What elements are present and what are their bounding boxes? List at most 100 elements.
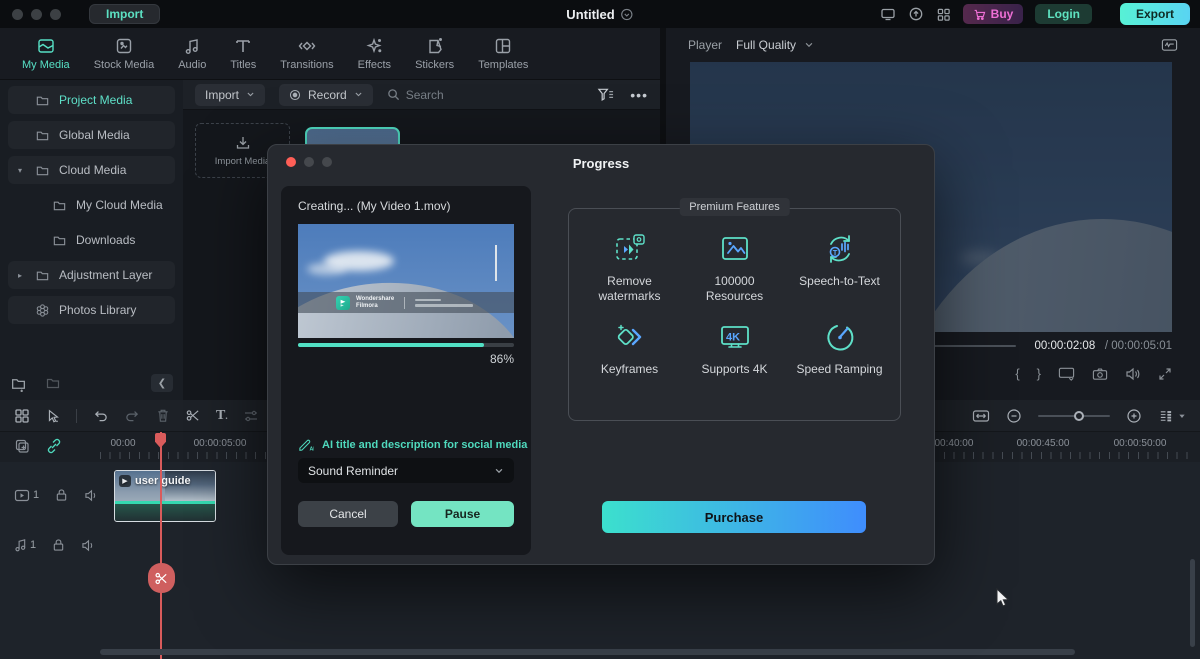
media-import-dropdown[interactable]: Import <box>195 84 265 106</box>
playhead-line[interactable] <box>160 432 162 659</box>
fit-timeline-icon[interactable] <box>972 409 990 423</box>
workspace-grid-icon[interactable] <box>936 7 951 22</box>
cancel-button[interactable]: Cancel <box>298 501 398 527</box>
mark-in-icon[interactable]: { <box>1015 366 1019 381</box>
lock-track-icon[interactable] <box>52 538 65 552</box>
tab-stickers[interactable]: Stickers <box>407 36 462 71</box>
sidebar-item-downloads[interactable]: Downloads <box>8 226 175 254</box>
delete-folder-icon[interactable] <box>45 375 61 391</box>
playhead-split-button[interactable] <box>148 563 175 593</box>
sidebar-item-my-cloud-media[interactable]: My Cloud Media <box>8 191 175 219</box>
text-tool-icon[interactable]: T. <box>216 408 228 424</box>
tab-stock-media[interactable]: Stock Media <box>86 36 163 71</box>
creating-label: Creating... (My Video 1.mov) <box>298 199 451 213</box>
sidebar-item-adjustment-layer[interactable]: ▸ Adjustment Layer <box>8 261 175 289</box>
timeline-vertical-scrollbar[interactable] <box>1190 559 1195 647</box>
caret-down-icon[interactable]: ▾ <box>18 166 26 175</box>
track-manager-dropdown[interactable] <box>1158 409 1186 424</box>
export-button-label: Export <box>1136 7 1174 21</box>
sidebar-item-project-media[interactable]: ▾ Project Media <box>8 86 175 114</box>
link-clips-icon[interactable] <box>46 438 62 454</box>
tab-label: Titles <box>230 59 256 71</box>
cancel-label: Cancel <box>329 507 366 521</box>
audio-icon <box>182 36 202 56</box>
timeline-zoom-slider[interactable] <box>1038 415 1110 417</box>
cloud-sync-icon[interactable] <box>908 6 924 22</box>
undo-icon[interactable] <box>92 408 109 423</box>
pause-label: Pause <box>445 507 480 521</box>
purchase-button[interactable]: Purchase <box>602 501 866 533</box>
zoom-out-icon[interactable] <box>1006 408 1022 424</box>
sidebar-item-photos-library[interactable]: ▾ Photos Library <box>8 296 175 324</box>
resources-icon <box>717 231 753 267</box>
scope-monitor-icon[interactable] <box>1161 38 1178 52</box>
delete-icon[interactable] <box>156 408 170 423</box>
quality-dropdown[interactable]: Full Quality <box>736 38 814 52</box>
tab-templates[interactable]: Templates <box>470 36 536 71</box>
new-folder-icon[interactable] <box>10 375 27 392</box>
buy-button-label: Buy <box>991 7 1014 21</box>
media-browser-icon[interactable] <box>14 408 30 424</box>
photos-flower-icon <box>35 303 50 318</box>
collapse-sidebar-button[interactable]: ❮ <box>151 374 173 392</box>
zoom-slider-handle[interactable] <box>1074 411 1084 421</box>
feature-speed-ramping: Speed Ramping <box>787 319 892 407</box>
ai-title-label: AI title and description for social medi… <box>322 439 527 451</box>
window-traffic-lights[interactable] <box>12 9 61 20</box>
tab-my-media[interactable]: My Media <box>14 36 78 71</box>
cart-icon <box>973 8 986 21</box>
record-icon <box>289 89 301 101</box>
search-box[interactable] <box>387 88 584 102</box>
speech-to-text-icon: T <box>822 231 858 267</box>
transitions-icon <box>297 36 317 56</box>
adjust-properties-icon[interactable] <box>243 409 259 423</box>
search-input[interactable] <box>406 88 526 102</box>
filter-icon[interactable] <box>597 87 614 102</box>
lock-track-icon[interactable] <box>55 488 68 502</box>
buy-button[interactable]: Buy <box>963 4 1024 24</box>
more-options-icon[interactable]: ••• <box>630 87 648 103</box>
device-monitor-icon[interactable] <box>880 6 896 22</box>
login-button[interactable]: Login <box>1035 4 1092 24</box>
display-output-icon[interactable] <box>1058 366 1075 381</box>
mark-out-icon[interactable]: } <box>1037 366 1041 381</box>
redo-icon[interactable] <box>124 408 141 423</box>
ai-title-option[interactable]: AI AI title and description for social m… <box>298 438 527 452</box>
sidebar-item-label: Project Media <box>59 93 132 107</box>
fullscreen-icon[interactable] <box>1158 367 1172 381</box>
zoom-in-icon[interactable] <box>1126 408 1142 424</box>
export-button[interactable]: Export <box>1120 3 1190 25</box>
media-sidebar: ▾ Project Media ▾ Global Media ▾ Cloud M… <box>0 80 183 400</box>
tab-effects[interactable]: Effects <box>350 36 399 71</box>
save-status-icon[interactable] <box>621 8 634 21</box>
export-progress-bar <box>298 343 514 347</box>
watermark-fine-print <box>415 299 473 307</box>
feature-supports-4k: 4K Supports 4K <box>682 319 787 407</box>
import-button[interactable]: Import <box>89 4 160 24</box>
record-dropdown[interactable]: Record <box>279 84 373 106</box>
chevron-down-icon <box>354 90 363 99</box>
sidebar-item-global-media[interactable]: ▾ Global Media <box>8 121 175 149</box>
sound-reminder-dropdown[interactable]: Sound Reminder <box>298 458 514 483</box>
tab-titles[interactable]: Titles <box>222 36 264 71</box>
caret-down-icon <box>1178 412 1186 420</box>
tab-label: Stock Media <box>94 59 155 71</box>
pause-button[interactable]: Pause <box>411 501 514 527</box>
tab-audio[interactable]: Audio <box>170 36 214 71</box>
mute-track-icon[interactable] <box>84 489 99 502</box>
select-tool-icon[interactable] <box>45 408 61 424</box>
mute-track-icon[interactable] <box>81 539 96 552</box>
timeline-clip-user-guide[interactable]: ▶ user guide <box>114 470 216 522</box>
player-panel-label: Player <box>688 38 722 52</box>
folder-icon <box>35 163 50 178</box>
folder-icon <box>35 93 50 108</box>
timeline-horizontal-scrollbar[interactable] <box>100 649 1075 655</box>
sidebar-item-cloud-media[interactable]: ▾ Cloud Media <box>8 156 175 184</box>
mute-speaker-icon[interactable] <box>1125 367 1141 381</box>
export-progress-percent: 86% <box>490 352 514 366</box>
snapshot-camera-icon[interactable] <box>1092 367 1108 381</box>
caret-right-icon[interactable]: ▸ <box>18 271 26 280</box>
tab-transitions[interactable]: Transitions <box>272 36 341 71</box>
duplicate-clip-icon[interactable] <box>14 438 30 454</box>
split-scissors-icon[interactable] <box>185 408 201 423</box>
